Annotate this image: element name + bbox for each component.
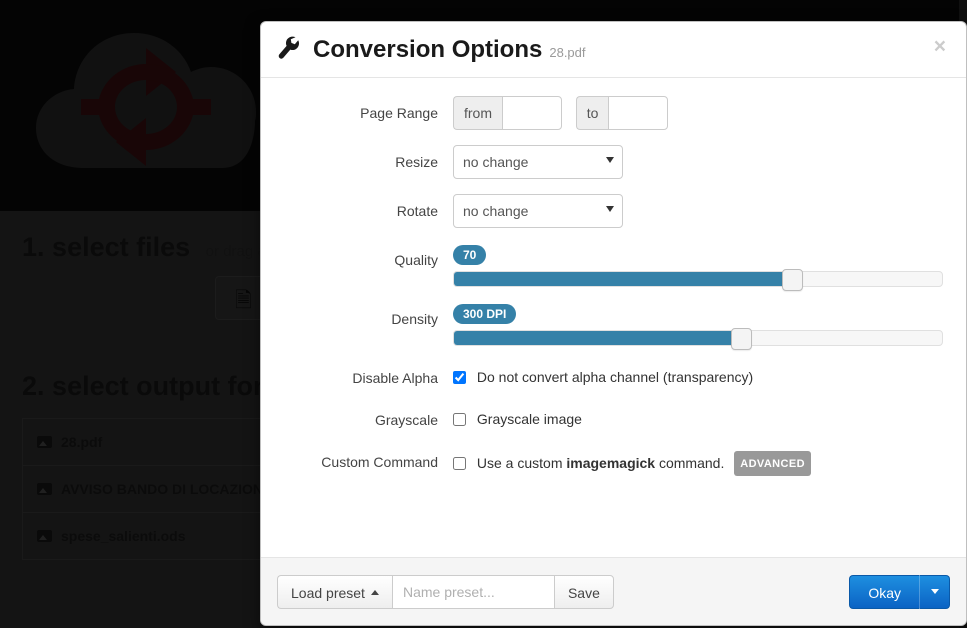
caret-up-icon <box>370 589 379 595</box>
load-preset-button[interactable]: Load preset <box>277 574 392 609</box>
form-row-custom-command: Custom Command Use a custom imagemagick … <box>271 445 944 476</box>
density-value-badge: 300 DPI <box>453 304 517 324</box>
rotate-select-wrap: no change <box>453 194 623 228</box>
density-slider[interactable] <box>453 328 943 350</box>
form-row-rotate: Rotate no change <box>271 194 944 228</box>
dialog-subtitle: 28.pdf <box>549 45 586 60</box>
disable-alpha-label: Disable Alpha <box>352 370 438 386</box>
resize-select-wrap: no change <box>453 145 623 179</box>
save-preset-button[interactable]: Save <box>553 574 614 609</box>
form-row-density: Density 300 DPI <box>271 302 944 350</box>
load-preset-label: Load preset <box>291 584 365 601</box>
form-row-quality: Quality 70 <box>271 243 944 291</box>
resize-label: Resize <box>395 154 438 170</box>
custom-command-checkbox[interactable] <box>453 457 466 470</box>
density-control: 300 DPI <box>453 302 944 350</box>
disable-alpha-checkbox-label[interactable]: Do not convert alpha channel (transparen… <box>453 369 753 385</box>
disable-alpha-checkbox[interactable] <box>453 371 466 384</box>
grayscale-label: Grayscale <box>374 412 438 428</box>
disable-alpha-text: Do not convert alpha channel (transparen… <box>476 369 754 385</box>
to-addon-label: to <box>575 96 609 130</box>
quality-slider[interactable] <box>453 269 943 291</box>
dialog-body: Page Range from to Resize no change Rota… <box>261 78 966 557</box>
density-slider-fill <box>454 331 742 345</box>
rotate-control: no change <box>453 194 944 228</box>
custom-command-label: Custom Command <box>321 454 438 470</box>
page-range-controls: from to <box>453 96 944 130</box>
page-range-label: Page Range <box>360 105 438 121</box>
custom-command-checkbox-label[interactable]: Use a custom imagemagick command. <box>453 455 728 471</box>
page-range-to-group: to <box>575 96 669 130</box>
preset-name-input[interactable] <box>391 574 554 609</box>
custom-command-text-after: command. <box>655 455 725 471</box>
resize-select[interactable]: no change <box>453 145 623 179</box>
wrench-icon <box>277 35 301 63</box>
grayscale-checkbox[interactable] <box>453 413 466 426</box>
form-row-page-range: Page Range from to <box>271 96 944 130</box>
rotate-label: Rotate <box>396 203 438 219</box>
dialog-footer: Load preset Save Okay <box>261 557 966 625</box>
close-icon[interactable]: × <box>928 32 952 61</box>
form-row-grayscale: Grayscale Grayscale image <box>271 403 944 430</box>
form-row-resize: Resize no change <box>271 145 944 179</box>
advanced-badge: ADVANCED <box>734 451 811 476</box>
quality-value-badge: 70 <box>453 245 487 265</box>
custom-command-text-before: Use a custom <box>476 455 567 471</box>
custom-command-tool-name: imagemagick <box>566 455 656 471</box>
dialog-header: Conversion Options 28.pdf × <box>261 22 966 78</box>
conversion-options-dialog: Conversion Options 28.pdf × Page Range fr… <box>260 21 967 626</box>
caret-down-icon <box>930 589 939 594</box>
okay-button[interactable]: Okay <box>849 574 920 609</box>
okay-dropdown-toggle[interactable] <box>920 574 950 609</box>
quality-slider-handle[interactable] <box>782 269 803 291</box>
quality-label: Quality <box>394 252 438 268</box>
density-slider-handle[interactable] <box>731 328 752 350</box>
grayscale-checkbox-label[interactable]: Grayscale image <box>453 411 582 427</box>
grayscale-control: Grayscale image <box>453 403 944 429</box>
grayscale-text: Grayscale image <box>476 411 582 427</box>
dialog-title: Conversion Options 28.pdf <box>313 36 586 67</box>
custom-command-control: Use a custom imagemagick command. ADVANC… <box>453 445 944 476</box>
preset-controls: Load preset Save <box>277 574 614 609</box>
page-range-from-input[interactable] <box>502 96 562 130</box>
quality-control: 70 <box>453 243 944 291</box>
dialog-title-text: Conversion Options <box>313 36 543 63</box>
resize-control: no change <box>453 145 944 179</box>
form-row-disable-alpha: Disable Alpha Do not convert alpha chann… <box>271 361 944 388</box>
confirm-controls: Okay <box>849 574 950 609</box>
quality-slider-fill <box>454 272 793 286</box>
density-label: Density <box>391 311 438 327</box>
disable-alpha-control: Do not convert alpha channel (transparen… <box>453 361 944 387</box>
page-range-to-input[interactable] <box>608 96 669 130</box>
page-range-from-group: from <box>453 96 562 130</box>
rotate-select[interactable]: no change <box>453 194 623 228</box>
from-addon-label: from <box>453 96 502 130</box>
